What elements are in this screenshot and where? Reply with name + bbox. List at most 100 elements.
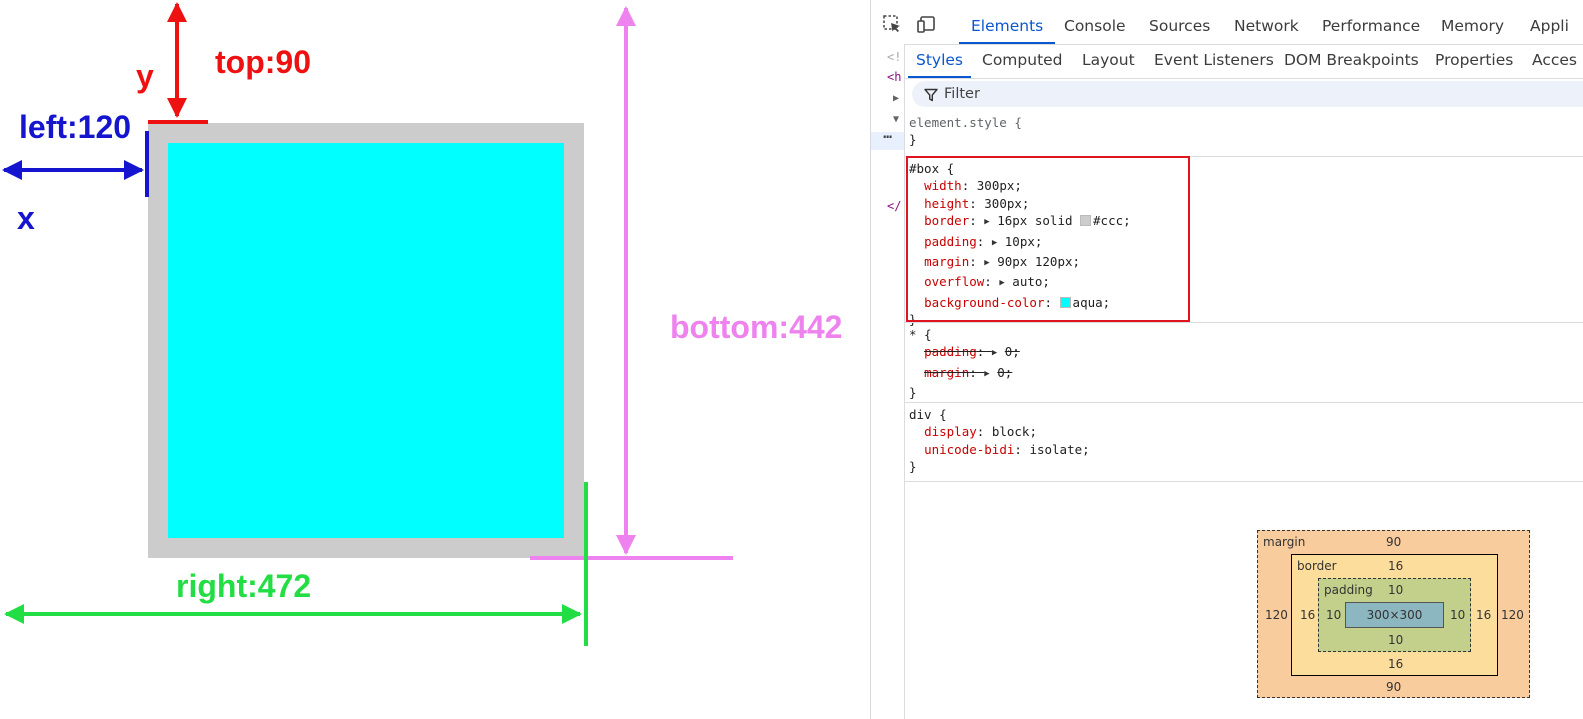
margin-right-value[interactable]: 120	[1501, 608, 1524, 622]
expand-arrow-icon[interactable]: ▶	[999, 278, 1004, 288]
demo-box-content	[168, 143, 564, 538]
expand-triangle-icon[interactable]: ▶	[893, 93, 899, 104]
tab-network[interactable]: Network	[1234, 0, 1299, 44]
bottom-label: bottom:442	[670, 309, 843, 345]
tab-sources[interactable]: Sources	[1149, 0, 1210, 44]
filter-icon	[924, 87, 938, 106]
box-model-padding[interactable]: padding 10 10 10 10 300×300	[1318, 578, 1471, 652]
html-tag-fragment[interactable]: <h	[887, 70, 901, 84]
border-label: border	[1297, 559, 1337, 573]
prop-margin-overridden-value[interactable]: 0;	[997, 365, 1012, 380]
box-model-border[interactable]: border 16 16 16 16 padding 10 10 10 10 3…	[1291, 554, 1498, 676]
prop-padding-overridden-value[interactable]: 0;	[1005, 344, 1020, 359]
prop-width-name[interactable]: width	[924, 178, 962, 193]
element-style-close: }	[909, 132, 917, 148]
styles-filter-bar	[912, 81, 1583, 107]
styles-filter-input[interactable]	[944, 84, 1544, 104]
right-label: right:472	[176, 568, 312, 604]
devtools-toolbar: Elements Console Sources Network Perform…	[871, 0, 1583, 45]
color-swatch-aqua[interactable]	[1059, 296, 1071, 308]
padding-label: padding	[1324, 583, 1373, 597]
sidebar-tabs: Styles Computed Layout Event Listeners D…	[905, 44, 1583, 79]
rule-divider	[905, 481, 1583, 482]
collapse-triangle-icon[interactable]: ▼	[893, 114, 899, 125]
box-selector: #box {	[909, 161, 955, 176]
rule-divider	[905, 402, 1583, 403]
expand-arrow-icon[interactable]: ▶	[992, 238, 997, 248]
user-agent-div-rule[interactable]: div { display: block; unicode-bidi: isol…	[909, 406, 1090, 476]
element-style-selector: element.style {	[909, 115, 1022, 130]
prop-margin-value[interactable]: 90px 120px;	[997, 254, 1080, 269]
box-model-content[interactable]: 300×300	[1345, 602, 1444, 628]
subtab-accessibility[interactable]: Acces	[1532, 44, 1577, 78]
element-style-rule[interactable]: element.style { }	[909, 114, 1022, 149]
margin-top-value[interactable]: 90	[1386, 535, 1401, 549]
prop-margin-name[interactable]: margin	[924, 254, 969, 269]
top-label: top:90	[215, 44, 311, 80]
universal-rule[interactable]: * { padding: ▶ 0; margin: ▶ 0; }	[909, 326, 1020, 402]
expand-arrow-icon[interactable]: ▶	[984, 217, 989, 227]
prop-border-value[interactable]: 16px solid	[997, 213, 1072, 228]
subtab-properties[interactable]: Properties	[1435, 44, 1513, 78]
border-left-value[interactable]: 16	[1300, 608, 1315, 622]
expand-arrow-icon[interactable]: ▶	[984, 369, 989, 379]
expand-arrow-icon[interactable]: ▶	[992, 348, 997, 358]
y-axis-label: y	[136, 58, 154, 94]
box-rule-close: }	[909, 312, 917, 328]
tab-elements[interactable]: Elements	[958, 0, 1056, 44]
prop-display-value: block;	[991, 424, 1037, 440]
color-swatch-ccc[interactable]	[1080, 215, 1092, 227]
expand-arrow-icon[interactable]: ▶	[984, 258, 989, 268]
prop-width-value[interactable]: 300px;	[977, 178, 1022, 193]
prop-padding-overridden-name[interactable]: padding	[924, 344, 977, 359]
padding-bottom-value[interactable]: 10	[1388, 633, 1403, 647]
prop-unicode-bidi-value: isolate;	[1029, 441, 1090, 457]
margin-bottom-value[interactable]: 90	[1386, 680, 1401, 694]
box-model-margin[interactable]: margin 90 120 120 90 border 16 16 16 16 …	[1257, 530, 1530, 698]
prop-margin-overridden-name[interactable]: margin	[924, 365, 969, 380]
tab-application[interactable]: Appli	[1530, 0, 1569, 44]
doctype-fragment[interactable]: <!	[887, 50, 901, 64]
more-options-icon[interactable]: ⋯	[871, 130, 904, 150]
device-toolbar-icon[interactable]	[916, 14, 936, 34]
prop-overflow-value[interactable]: auto;	[1012, 274, 1050, 289]
padding-right-value[interactable]: 10	[1450, 608, 1465, 622]
tab-memory[interactable]: Memory	[1441, 0, 1504, 44]
x-axis-label: x	[17, 200, 35, 236]
div-selector: div {	[909, 407, 947, 422]
left-label: left:120	[19, 109, 132, 145]
prop-padding-value[interactable]: 10px;	[1005, 234, 1043, 249]
inspect-element-icon[interactable]	[882, 14, 902, 34]
subtab-event-listeners[interactable]: Event Listeners	[1154, 44, 1274, 78]
padding-left-value[interactable]: 10	[1326, 608, 1341, 622]
subtab-styles[interactable]: Styles	[907, 44, 972, 78]
padding-top-value[interactable]: 10	[1388, 583, 1403, 597]
subtab-computed[interactable]: Computed	[982, 44, 1063, 78]
margin-left-value[interactable]: 120	[1265, 608, 1288, 622]
margin-label: margin	[1263, 535, 1306, 549]
prop-unicode-bidi-name: unicode-bidi	[924, 441, 1015, 457]
box-rule[interactable]: #box { width: 300px; height: 300px; bord…	[909, 160, 1131, 329]
prop-background-color-value[interactable]: aqua;	[1073, 295, 1111, 310]
universal-selector: * {	[909, 327, 932, 342]
diagram-canvas	[2, 2, 733, 646]
prop-display-name: display	[924, 424, 977, 440]
border-top-value[interactable]: 16	[1388, 559, 1403, 573]
prop-height-value[interactable]: 300px;	[984, 196, 1029, 211]
rule-divider	[905, 156, 1583, 157]
prop-background-color-name[interactable]: background-color	[924, 295, 1044, 310]
prop-border-name[interactable]: border	[924, 213, 969, 228]
devtools-panel: Elements Console Sources Network Perform…	[870, 0, 1583, 719]
prop-overflow-name[interactable]: overflow	[924, 274, 984, 289]
border-right-value[interactable]: 16	[1476, 608, 1491, 622]
closing-tag-fragment[interactable]: </	[887, 199, 901, 213]
prop-height-name[interactable]: height	[924, 196, 969, 211]
subtab-layout[interactable]: Layout	[1082, 44, 1135, 78]
tab-console[interactable]: Console	[1064, 0, 1126, 44]
subtab-dom-breakpoints[interactable]: DOM Breakpoints	[1284, 44, 1419, 78]
tab-performance[interactable]: Performance	[1322, 0, 1420, 44]
prop-border-color[interactable]: #ccc;	[1093, 213, 1131, 228]
border-bottom-value[interactable]: 16	[1388, 657, 1403, 671]
prop-padding-name[interactable]: padding	[924, 234, 977, 249]
universal-rule-close: }	[909, 385, 917, 401]
